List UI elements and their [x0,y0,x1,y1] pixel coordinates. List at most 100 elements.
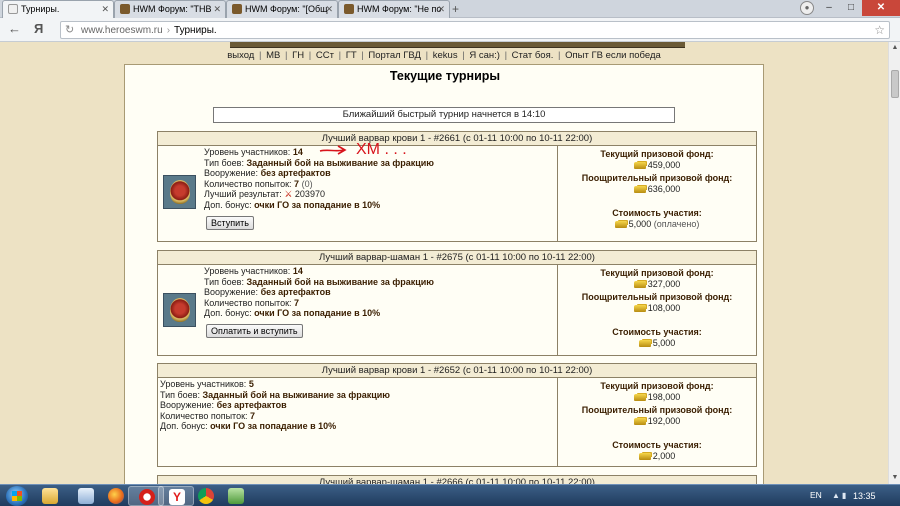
fund-label: Текущий призовой фонд: [600,268,714,278]
tournament-info: Уровень участников: 5 Тип боев: Заданный… [160,379,390,431]
tab-close-icon[interactable]: ✕ [213,1,221,17]
gold-icon [633,186,646,193]
cost-value: 2,000 [652,451,676,461]
yandex-icon[interactable]: Я [34,21,43,37]
browser-tab-strip: Турниры. ✕ HWM Форум: "ТНВ ✕ HWM Форум: … [0,0,900,18]
bookmark-star-icon[interactable]: ☆ [874,22,885,38]
incentive-label: Поощрительный призовой фонд: [581,173,733,183]
tab-tournaments[interactable]: Турниры. ✕ [2,0,114,18]
quick-tournament-notice: Ближайший быстрый турнир начнется в 14:1… [213,107,675,123]
tournament-details: Уровень участников: 14 Тип боев: Заданны… [158,265,558,355]
fund-value: 327,000 [647,279,681,289]
weapons-rule: без артефактов [260,287,331,297]
nav-link-ya-san[interactable]: Я сан:) [469,50,500,61]
url-text: www.heroeswm.ru › Турниры. [81,24,217,37]
language-indicator[interactable]: EN [810,490,822,500]
nav-link-exit[interactable]: выход [227,50,254,61]
page-title: Текущие турниры [389,69,501,83]
tournament-title: Лучший варвар-шаман 1 - #2666 (с 01-11 1… [158,476,756,484]
gold-icon [638,453,651,460]
gold-icon [633,281,646,288]
tab-label: HWM Форум: "ТНВ [133,4,212,14]
network-icon [228,488,244,504]
scroll-down-icon[interactable]: ▼ [889,472,900,484]
annotation-text: ХМ . . . [356,141,407,158]
taskbar-clock[interactable]: 13:35 [853,491,876,501]
cost-value: 5,000 [652,338,676,348]
join-button[interactable]: Вступить [206,216,254,230]
documents-icon [78,488,94,504]
address-bar[interactable]: ↻ www.heroeswm.ru › Турниры. ☆ [60,21,890,39]
url-domain: www.heroeswm.ru [81,25,163,36]
tournaments-page: Текущие турниры Ближайший быстрый турнир… [124,64,764,484]
windows-taskbar: Y EN ▲▮ 13:35 [0,484,900,506]
user-profile-icon[interactable]: ● [800,1,814,15]
tournament-card: Лучший варвар-шаман 1 - #2666 (с 01-11 1… [157,475,757,484]
pay-and-join-button[interactable]: Оплатить и вступить [206,324,303,338]
tab-close-icon[interactable]: ✕ [325,1,333,17]
nav-link-gn[interactable]: ГН [292,50,304,61]
tab-forum-1[interactable]: HWM Форум: "ТНВ ✕ [114,0,226,18]
minimize-button[interactable]: – [818,0,840,16]
taskbar-item[interactable] [218,486,254,506]
hwm-favicon-icon [232,4,242,14]
weapons-rule: без артефактов [216,400,287,410]
page-scrollbar[interactable]: ▲ ▼ [888,42,900,484]
nav-link-kekus[interactable]: kekus [433,50,458,61]
chrome-icon [198,488,214,504]
close-window-button[interactable]: ✕ [862,0,900,16]
back-arrow-icon[interactable]: ← [8,22,21,36]
prize-info: Текущий призовой фонд: 459,000 Поощрител… [558,146,756,241]
gold-icon [638,340,651,347]
hwm-favicon-icon [120,4,130,14]
sword-icon: ⚔ [284,189,293,199]
new-tab-button[interactable]: + [452,2,459,16]
nav-link-gv-exp[interactable]: Опыт ГВ если победа [565,50,661,61]
tournament-card: Лучший варвар крови 1 - #2661 (с 01-11 1… [157,131,757,242]
explorer-icon [42,488,58,504]
gold-icon [633,305,646,312]
nav-link-gt[interactable]: ГТ [346,50,357,61]
participant-level: 14 [292,147,303,157]
tournament-title: Лучший варвар крови 1 - #2652 (с 01-11 1… [158,364,756,378]
tab-label: Турниры. [21,4,60,14]
start-button[interactable] [6,486,28,506]
tournament-card: Лучший варвар крови 1 - #2652 (с 01-11 1… [157,363,757,467]
tab-label: HWM Форум: "Не по [357,4,442,14]
game-top-frame [230,42,685,48]
bonus-text: очки ГО за попадание в 10% [210,421,337,431]
maximize-button[interactable]: □ [840,0,862,16]
reload-icon[interactable]: ↻ [65,23,74,37]
tab-forum-3[interactable]: HWM Форум: "Не по ✕ [338,0,450,18]
nav-link-portal-gvd[interactable]: Портал ГВД [368,50,421,61]
fund-value: 459,000 [647,160,681,170]
scroll-thumb[interactable] [891,70,899,98]
scroll-up-icon[interactable]: ▲ [889,42,900,54]
nav-link-battle-stats[interactable]: Стат боя. [512,50,554,61]
tray-icons[interactable]: ▲▮ [832,491,848,500]
nav-link-mv[interactable]: МВ [266,50,280,61]
page-viewport: выход | МВ | ГН | ССт | ГТ | Портал ГВД … [0,42,888,484]
tournament-title: Лучший варвар крови 1 - #2661 (с 01-11 1… [158,132,756,146]
incentive-value: 108,000 [647,303,681,313]
gold-icon [633,162,646,169]
bonus-text: очки ГО за попадание в 10% [254,308,381,318]
faction-emblem-icon [163,175,196,209]
incentive-label: Поощрительный призовой фонд: [581,292,733,302]
tab-close-icon[interactable]: ✕ [437,1,445,17]
attempts-count: 7 [250,410,256,421]
browser-toolbar: ← Я ↻ www.heroeswm.ru › Турниры. ☆ [0,18,900,42]
incentive-label: Поощрительный призовой фонд: [581,405,733,415]
nav-link-sst[interactable]: ССт [316,50,334,61]
tab-close-icon[interactable]: ✕ [101,1,109,17]
tab-forum-2[interactable]: HWM Форум: "[Общ ✕ [226,0,338,18]
gold-icon [614,221,627,228]
battle-type: Заданный бой на выживание за фракцию [246,276,434,287]
tournament-info: Уровень участников: 14 Тип боев: Заданны… [204,266,434,318]
faction-emblem-icon [163,293,196,327]
best-result: 203970 [294,189,325,199]
taskbar-item[interactable] [32,486,68,506]
fund-label: Текущий призовой фонд: [600,381,714,391]
url-separator: › [166,25,171,36]
participant-level: 14 [292,266,303,276]
